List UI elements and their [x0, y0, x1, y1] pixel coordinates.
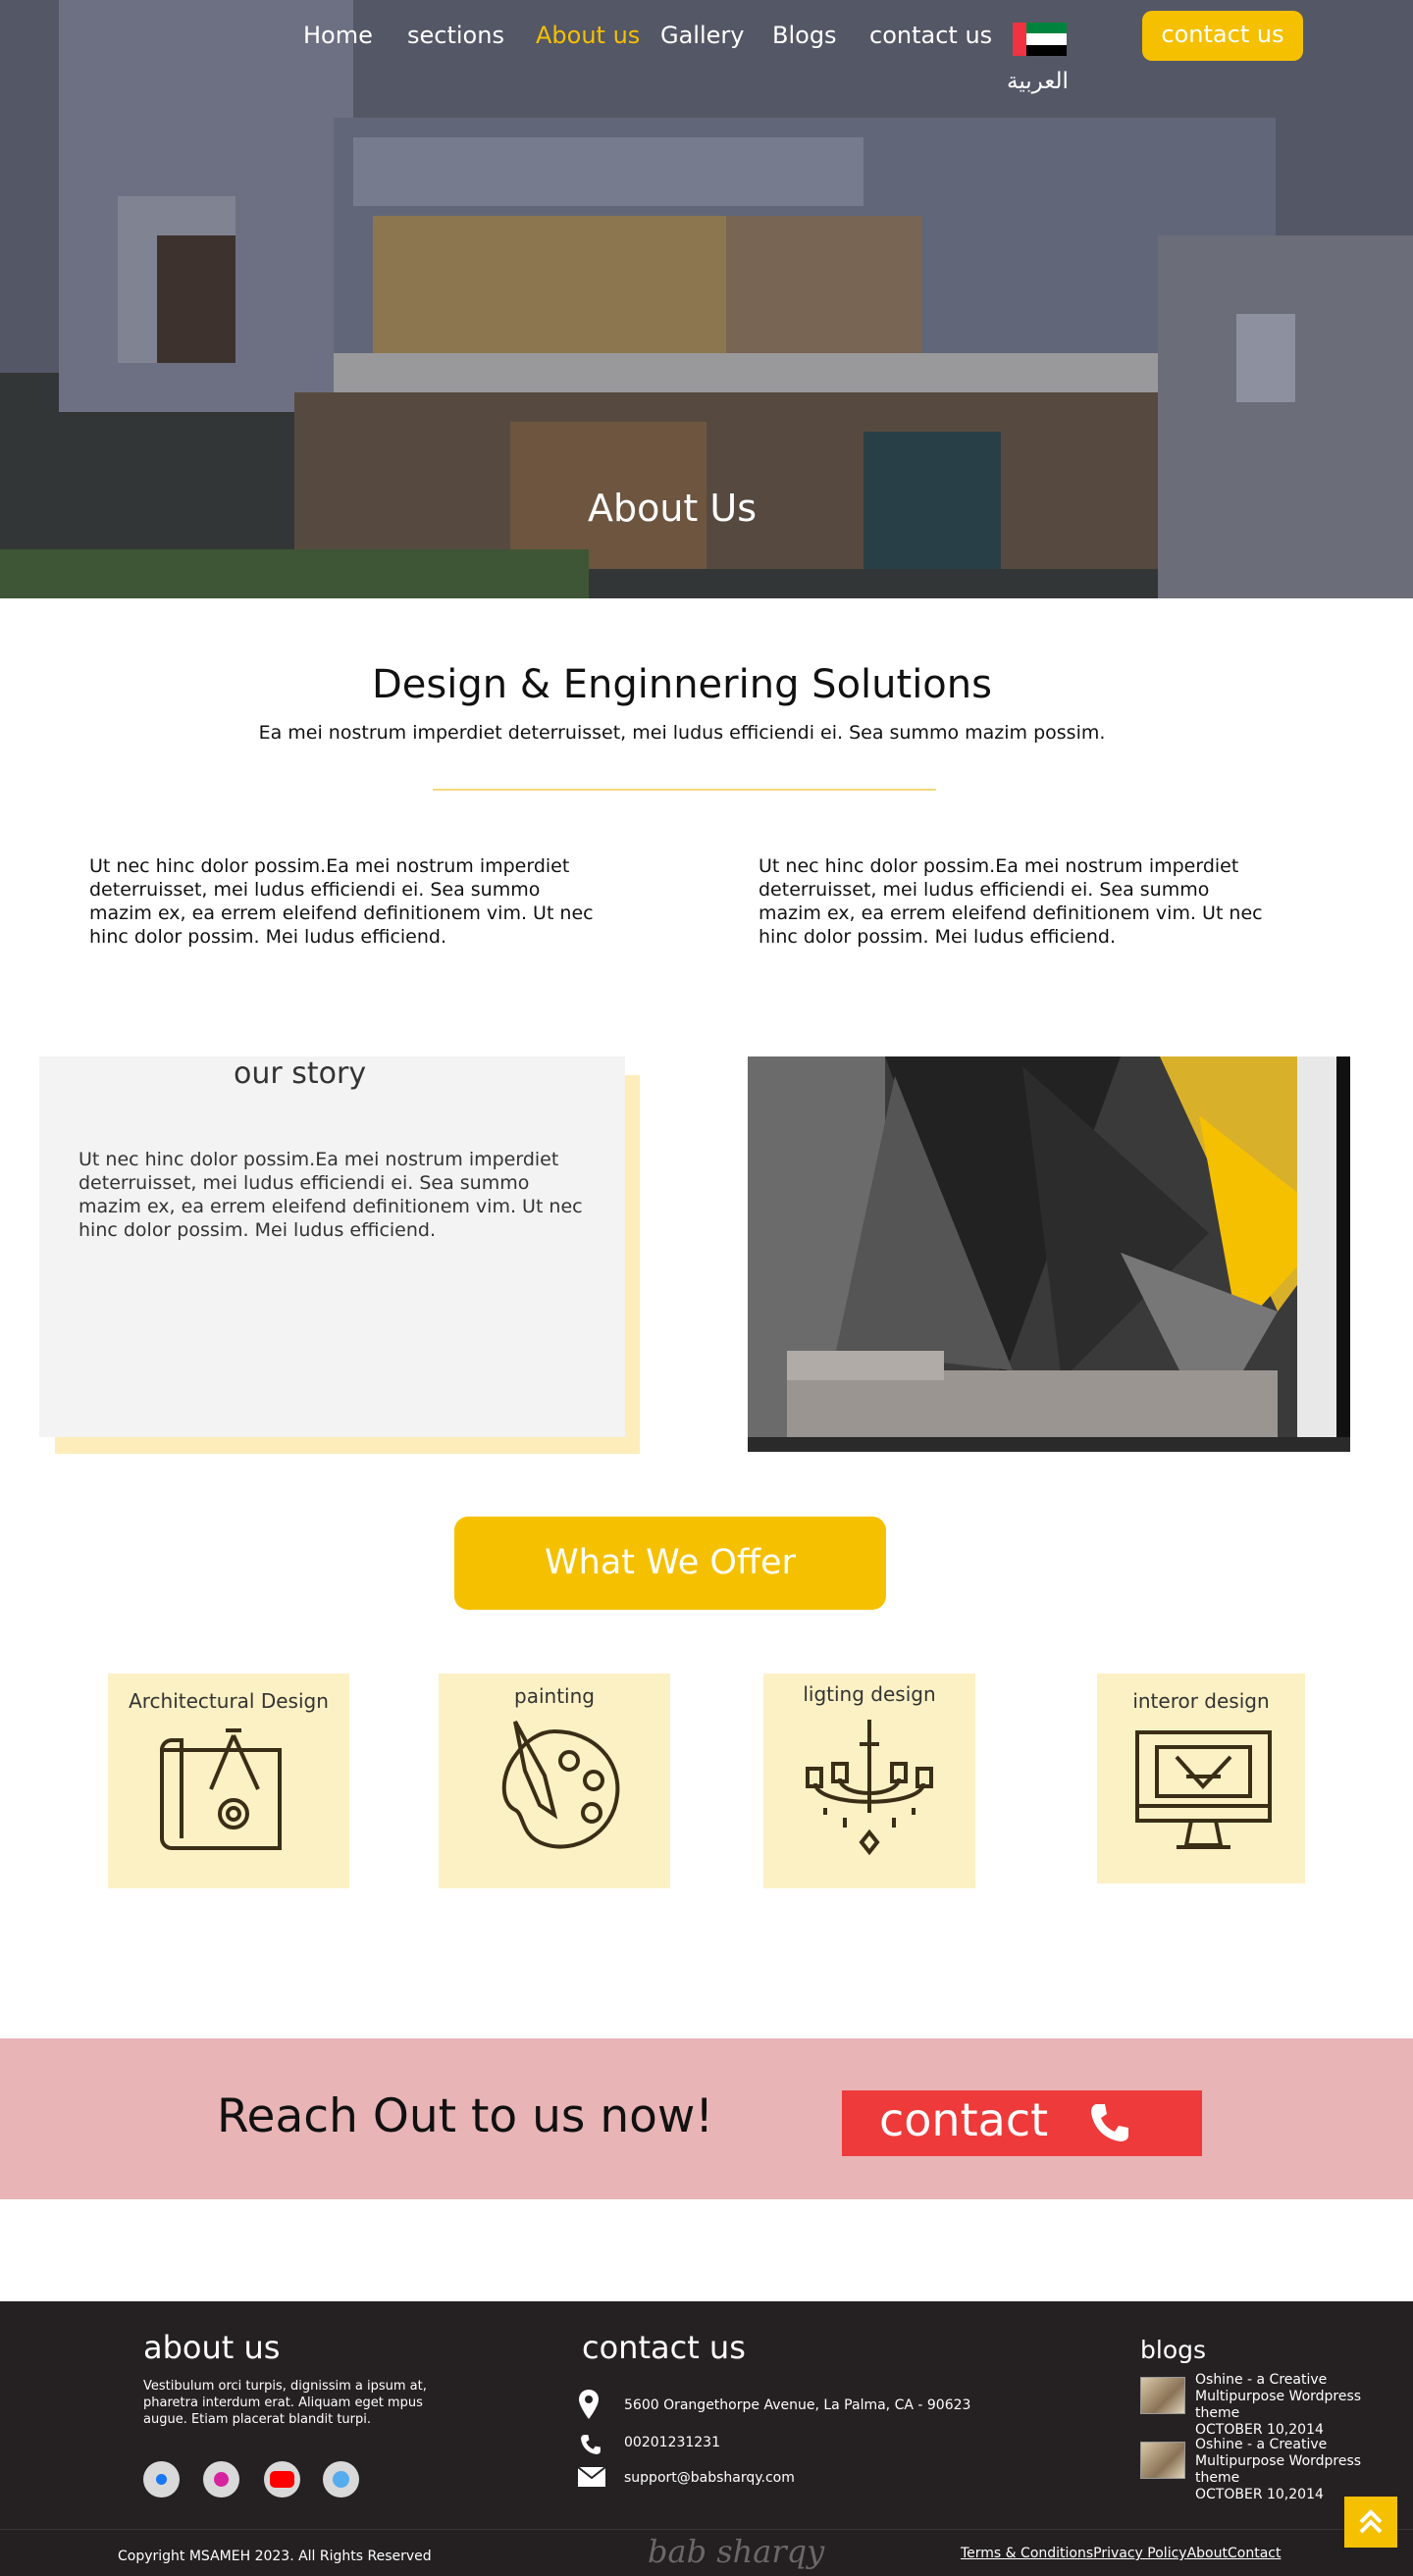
- footer-address: 5600 Orangethorpe Avenue, La Palma, CA -…: [624, 2397, 971, 2413]
- footer-phone[interactable]: 00201231231: [624, 2435, 720, 2450]
- palette-icon: [501, 1721, 620, 1849]
- divider: [433, 789, 936, 791]
- blog-title: Oshine - a Creative Multipurpose Wordpre…: [1195, 2372, 1362, 2421]
- blog-text: Oshine - a Creative Multipurpose Wordpre…: [1195, 2437, 1407, 2503]
- about-link[interactable]: About: [1187, 2546, 1228, 2561]
- double-chevron-up-icon: [1359, 2509, 1383, 2534]
- service-label: interor design: [1132, 1689, 1270, 1713]
- solutions-subtitle: Ea mei nostrum imperdiet deterruisset, m…: [258, 722, 1106, 744]
- envelope-icon: [578, 2467, 605, 2487]
- copyright-text: Copyright MSAMEH 2023. All Rights Reserv…: [118, 2549, 432, 2564]
- location-pin-icon: [579, 2390, 599, 2419]
- what-we-offer-button[interactable]: What We Offer: [454, 1517, 886, 1610]
- language-switch-arabic[interactable]: العربية: [1007, 69, 1069, 94]
- footer-email[interactable]: support@babsharqy.com: [624, 2470, 795, 2486]
- blog-item[interactable]: Oshine - a Creative Multipurpose Wordpre…: [1140, 2372, 1405, 2438]
- footer-contact-title: contact us: [582, 2329, 746, 2366]
- intro-column-right: Ut nec hinc dolor possim.Ea mei nostrum …: [759, 855, 1263, 948]
- story-card: [39, 1056, 625, 1437]
- reach-contact-button[interactable]: contact: [842, 2090, 1202, 2156]
- blog-title: Oshine - a Creative Multipurpose Wordpre…: [1195, 2437, 1362, 2486]
- intro-column-left: Ut nec hinc dolor possim.Ea mei nostrum …: [89, 855, 594, 948]
- blog-thumbnail: [1140, 2377, 1185, 2414]
- blog-item[interactable]: Oshine - a Creative Multipurpose Wordpre…: [1140, 2437, 1405, 2502]
- uae-flag-icon[interactable]: [1013, 23, 1067, 56]
- nav-contact-us[interactable]: contact us: [869, 22, 992, 49]
- reach-contact-label: contact: [879, 2093, 1049, 2146]
- footer-about-title: about us: [143, 2329, 281, 2366]
- scroll-to-top-button[interactable]: [1344, 2497, 1397, 2548]
- terms-link[interactable]: Terms & Conditions: [961, 2546, 1093, 2561]
- service-card-painting[interactable]: painting: [439, 1674, 670, 1888]
- solutions-heading: Design & Enginnering Solutions: [372, 662, 992, 707]
- twitter-icon[interactable]: [323, 2461, 359, 2498]
- blueprint-icon: [160, 1728, 282, 1850]
- footer-blogs-title: blogs: [1140, 2336, 1207, 2364]
- interior-living-room-image: [748, 1056, 1350, 1452]
- nav-home[interactable]: Home: [303, 22, 373, 49]
- reach-out-title: Reach Out to us now!: [217, 2089, 714, 2143]
- nav-contact-button[interactable]: contact us: [1142, 11, 1303, 61]
- hero-banner: Home sections About us Gallery Blogs con…: [0, 0, 1413, 598]
- service-card-interior[interactable]: interor design: [1097, 1674, 1305, 1883]
- phone-icon: [581, 2435, 601, 2454]
- monitor-design-icon: [1135, 1730, 1272, 1849]
- service-label: painting: [514, 1684, 595, 1708]
- nav-gallery[interactable]: Gallery: [660, 22, 744, 49]
- footer-about-text: Vestibulum orci turpis, dignissim a ipsu…: [143, 2379, 427, 2427]
- contact-link[interactable]: Contact: [1228, 2546, 1281, 2561]
- nav-blogs[interactable]: Blogs: [772, 22, 837, 49]
- service-label: ligting design: [803, 1682, 936, 1706]
- blog-thumbnail: [1140, 2442, 1185, 2479]
- service-card-architectural[interactable]: Architectural Design: [108, 1674, 349, 1888]
- service-card-lighting[interactable]: ligting design: [763, 1674, 975, 1888]
- nav-sections[interactable]: sections: [407, 22, 504, 49]
- footer-links: Terms & ConditionsPrivacy PolicyAboutCon…: [961, 2546, 1281, 2561]
- signature-logo: bab sharqy: [648, 2533, 825, 2570]
- blog-text: Oshine - a Creative Multipurpose Wordpre…: [1195, 2372, 1407, 2439]
- nav-about-us[interactable]: About us: [536, 22, 640, 49]
- phone-icon: [1091, 2104, 1128, 2141]
- youtube-icon[interactable]: [264, 2461, 300, 2498]
- service-label: Architectural Design: [129, 1689, 329, 1713]
- instagram-icon[interactable]: [203, 2461, 239, 2498]
- facebook-icon[interactable]: [143, 2461, 180, 2498]
- chandelier-icon: [806, 1720, 933, 1856]
- hero-title: About Us: [587, 487, 758, 530]
- story-text: Ut nec hinc dolor possim.Ea mei nostrum …: [78, 1149, 583, 1241]
- story-title: our story: [234, 1056, 367, 1091]
- privacy-link[interactable]: Privacy Policy: [1093, 2546, 1186, 2561]
